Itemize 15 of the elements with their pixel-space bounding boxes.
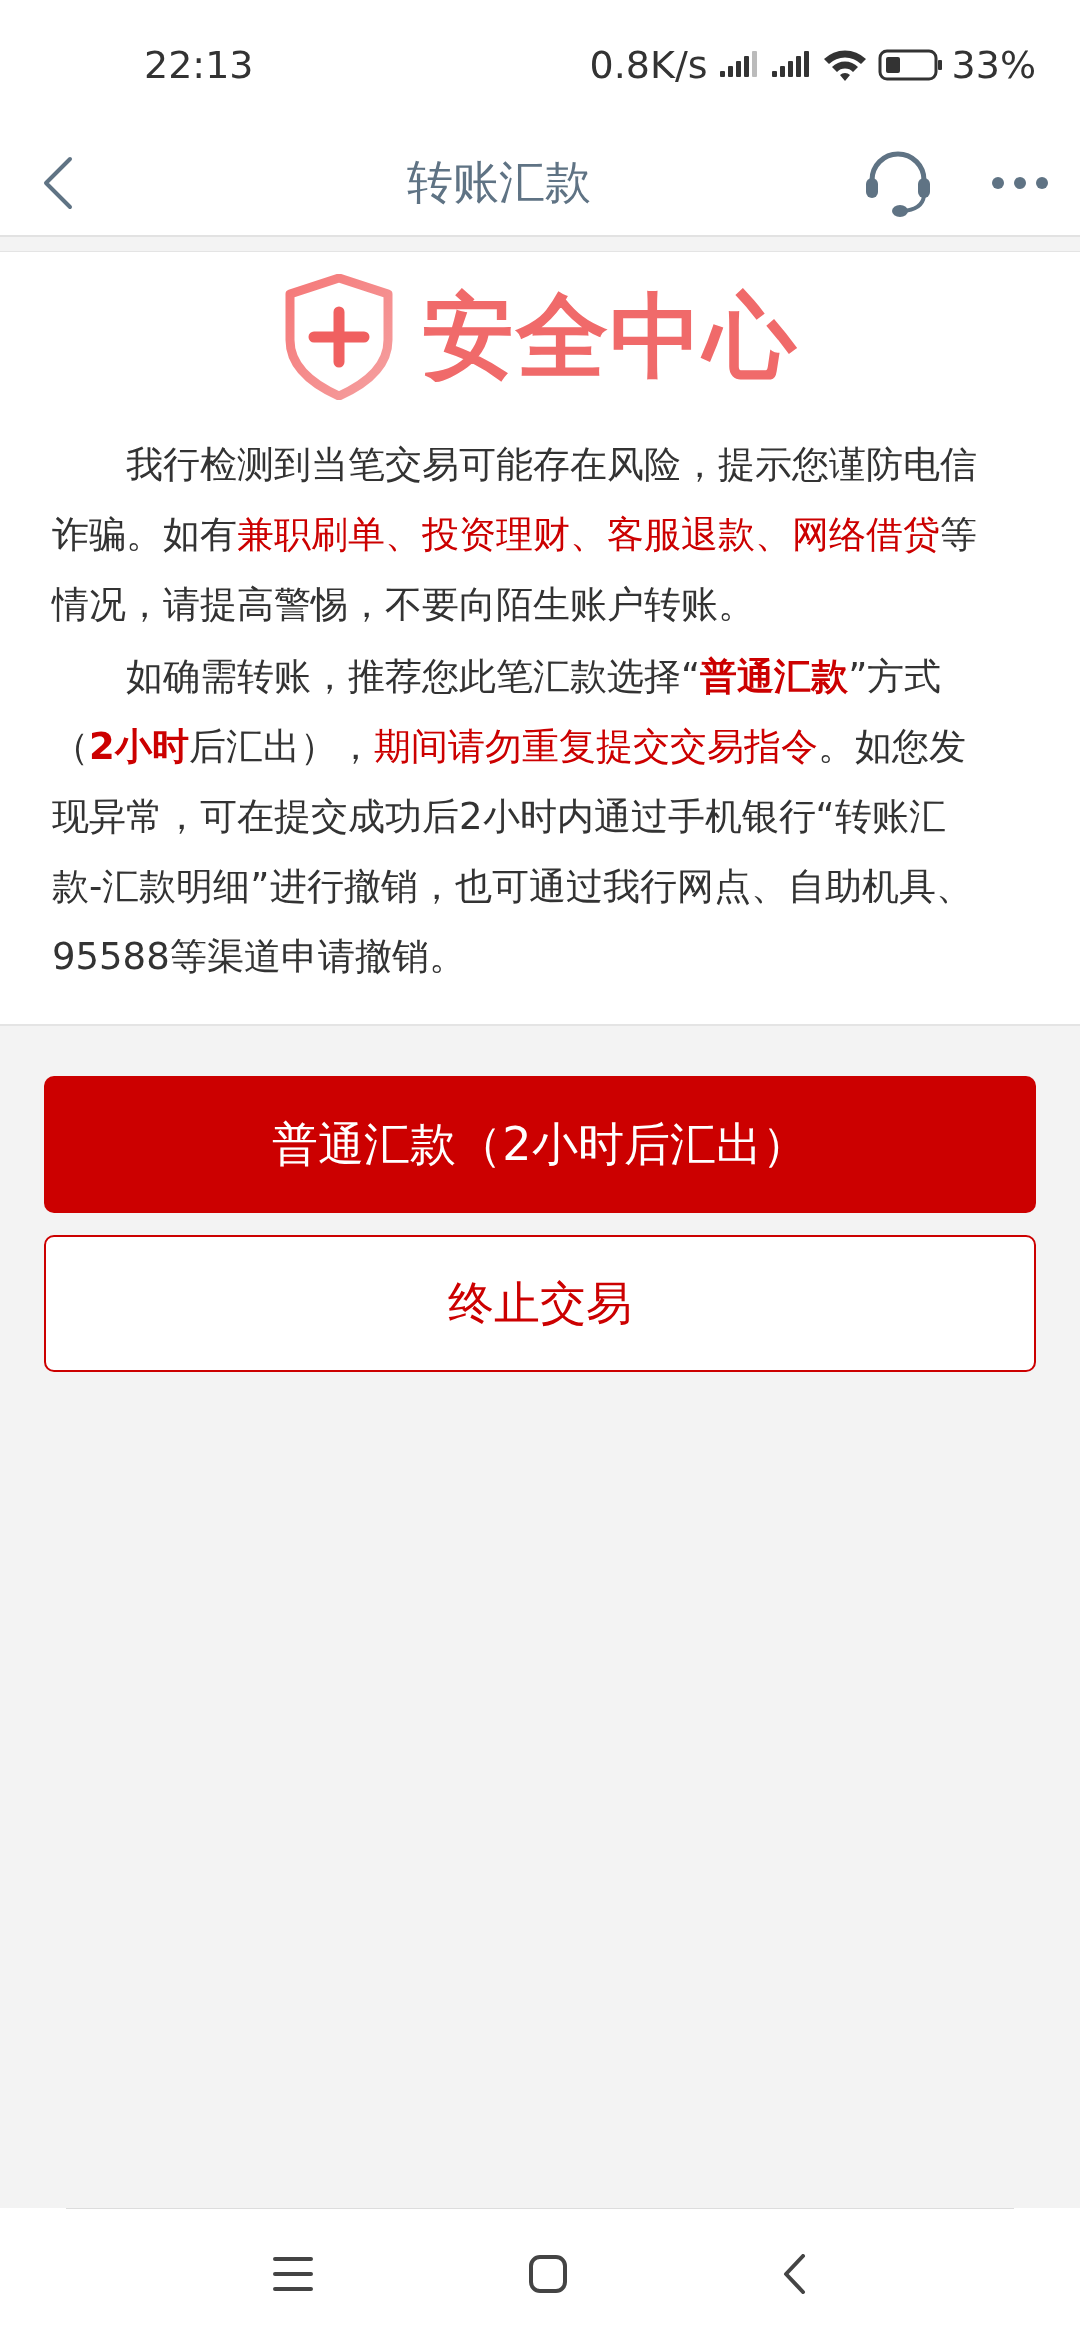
shield-plus-icon bbox=[284, 274, 394, 400]
banner-title: 安全中心 bbox=[422, 282, 798, 392]
remit-button[interactable]: 普通汇款（2小时后汇出） bbox=[44, 1076, 1036, 1213]
notice-paragraph: 如确需转账，推荐您此笔汇款选择“普通汇款”方式（2小时后汇出），期间请勿重复提交交易指令。如您发现异常，可在提交成功后2小时内通过手机银行“转账汇款-汇款明细”进行撤销，也可通过我行网点、自助机具、95588等渠道申请撤销。 bbox=[52, 654, 974, 980]
clock-time: 22:13 bbox=[144, 43, 254, 87]
home-icon[interactable] bbox=[529, 2255, 567, 2293]
battery-percent: 33% bbox=[951, 43, 1036, 87]
battery-icon bbox=[877, 47, 944, 83]
notice-paragraph: 我行检测到当笔交易可能存在风险，提示您谨防电信诈骗。如有兼职刷单、投资理财、客服退款、网络借贷等情况，请提高警惕，不要向陌生账户转账。 bbox=[52, 442, 978, 628]
back-icon[interactable] bbox=[783, 2254, 807, 2294]
network-speed: 0.8K/s bbox=[589, 43, 708, 87]
page-title: 转账汇款 bbox=[406, 153, 592, 211]
more-icon[interactable] bbox=[990, 174, 1050, 191]
menu-icon[interactable] bbox=[273, 2256, 313, 2292]
cancel-button[interactable]: 终止交易 bbox=[44, 1235, 1036, 1372]
